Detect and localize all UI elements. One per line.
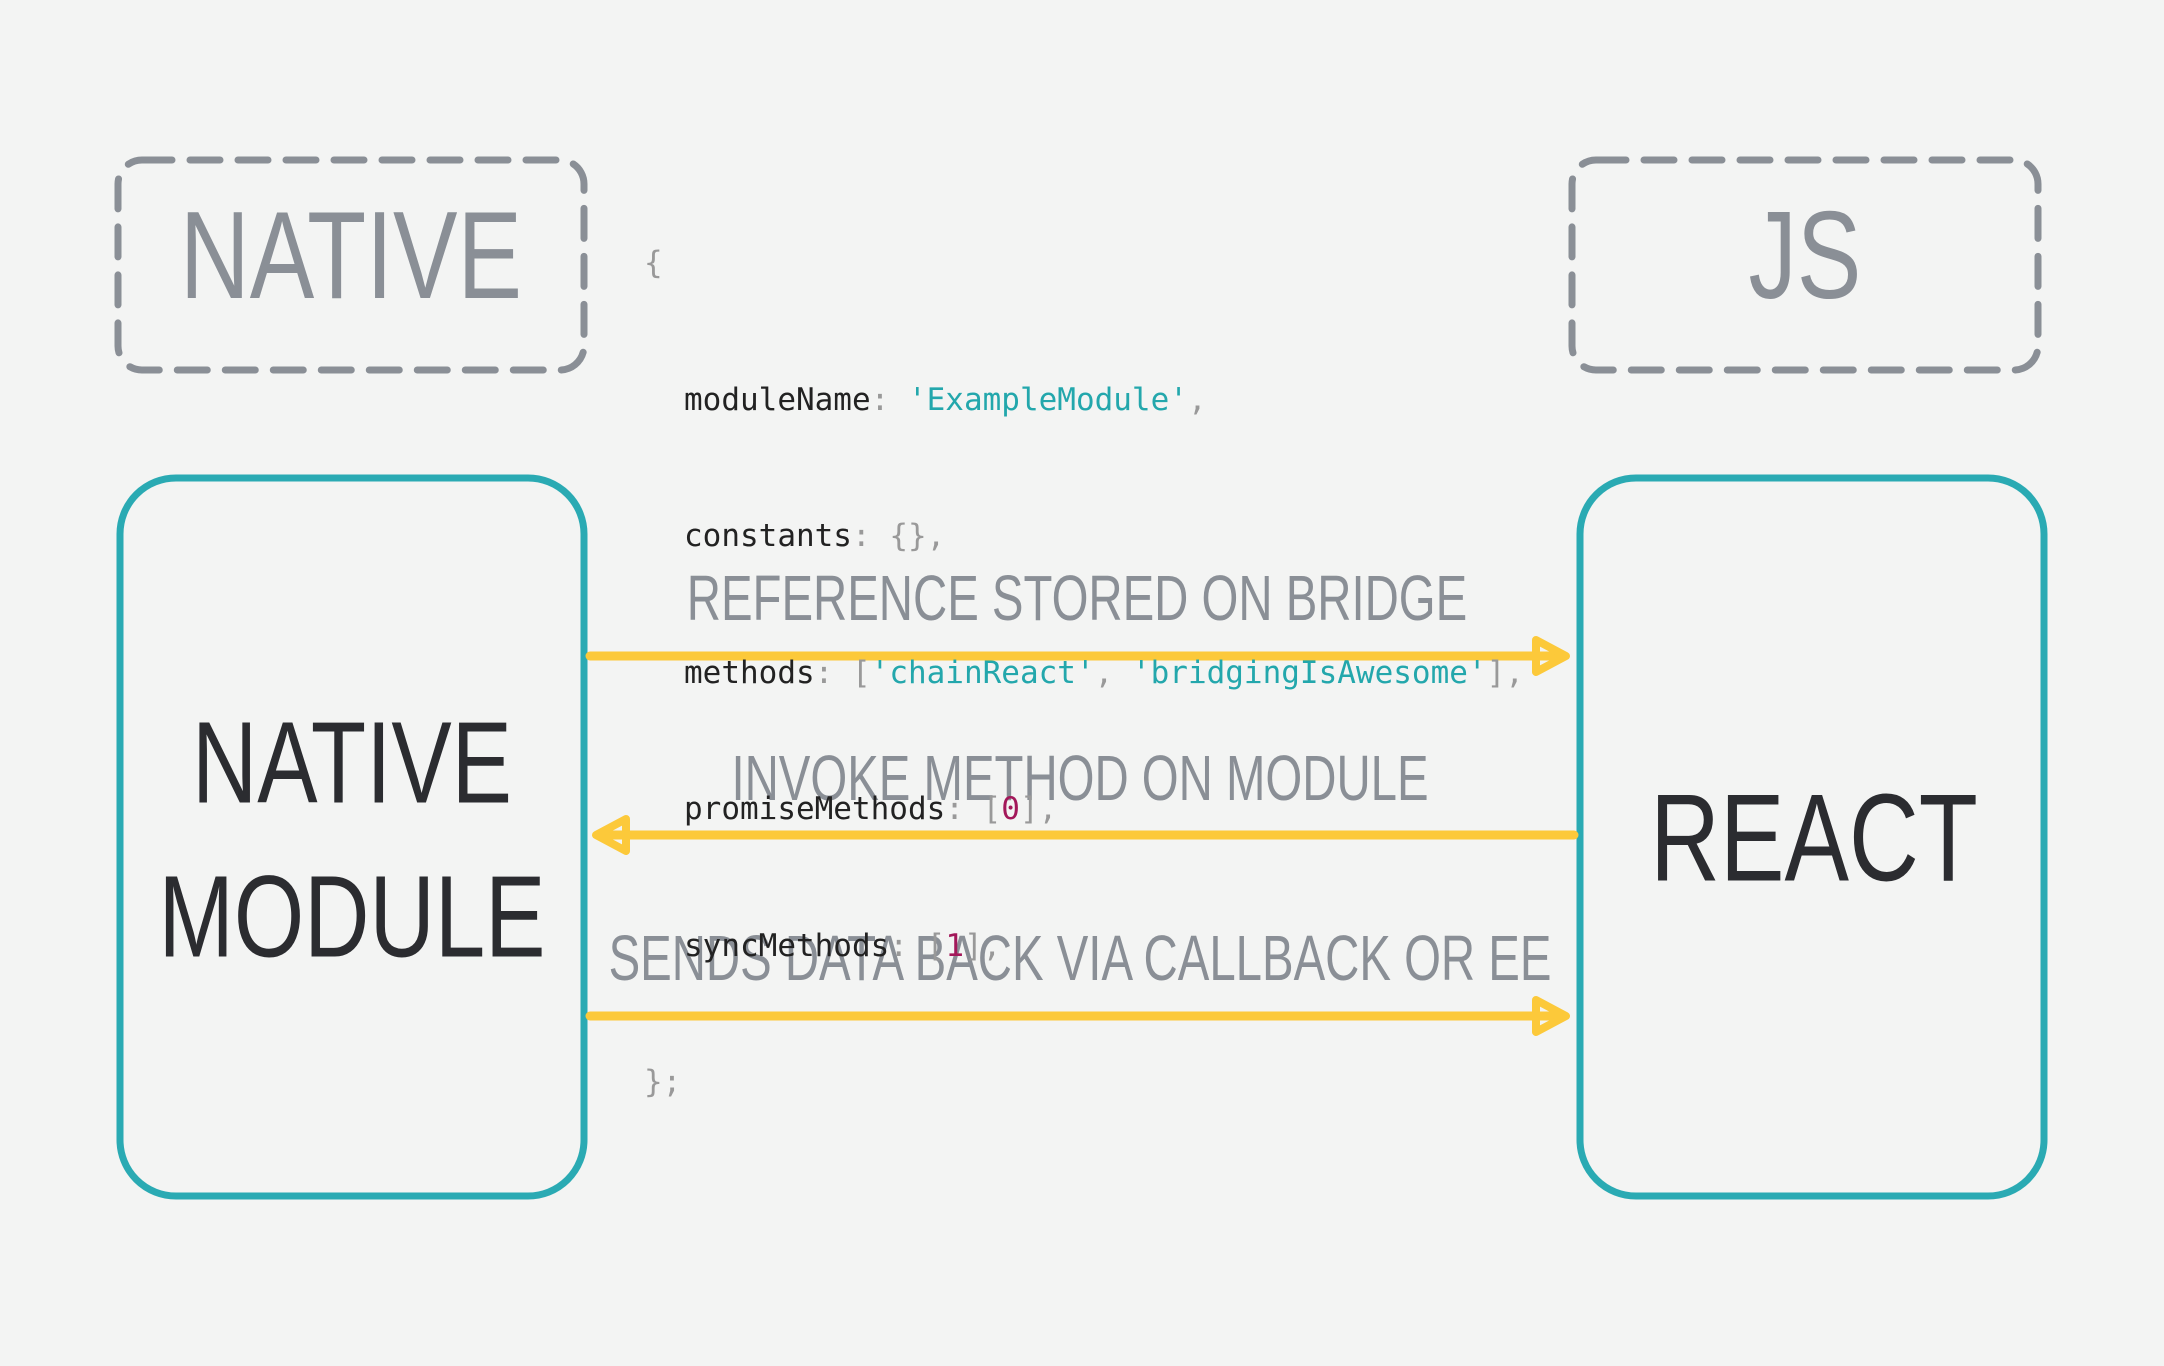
code-key-promise-methods: promiseMethods [684,791,946,827]
code-value-constants: {} [889,518,927,554]
react-box: REACT [1576,474,2048,1200]
js-header: JS [1568,156,2042,374]
native-module-outline [116,474,588,1200]
native-header: NATIVE [114,156,588,374]
diagram-stage: NATIVE JS NATIVE MODULE REACT REFERENCE … [0,0,2164,1366]
native-module-label-line2: MODULE [158,853,545,982]
module-config-code: { moduleName: 'ExampleModule', constants… [644,150,1524,1197]
code-line-module-name: moduleName: 'ExampleModule', [684,381,1207,418]
code-open-brace: { [644,245,663,281]
code-key-module-name: moduleName [684,381,871,418]
code-value-module-name: 'ExampleModule' [907,381,1188,418]
code-line-constants: constants: {}, [684,518,946,554]
code-value-sync-methods: 1 [945,927,964,964]
js-header-label: JS [1749,185,1862,324]
code-value-method-2: 'bridgingIsAwesome' [1131,654,1487,691]
code-key-sync-methods: syncMethods [684,927,890,964]
react-label: REACT [1650,768,1978,907]
code-value-promise-methods: 0 [1001,791,1020,827]
code-line-close: }; [644,1060,1524,1106]
native-module-label-line1: NATIVE [192,699,512,828]
native-header-label: NATIVE [180,185,522,324]
code-line-promise-methods: promiseMethods: [0], [684,791,1058,827]
code-line-open: { [644,241,1524,287]
native-module-box: NATIVE MODULE [116,474,588,1200]
code-line-methods: methods: ['chainReact', 'bridgingIsAweso… [684,654,1524,691]
code-close-brace: }; [644,1064,682,1100]
code-key-constants: constants [684,518,852,554]
code-key-methods: methods [684,654,815,691]
code-value-method-1: 'chainReact' [870,654,1095,691]
code-line-sync-methods: syncMethods: [1], [684,927,1002,964]
